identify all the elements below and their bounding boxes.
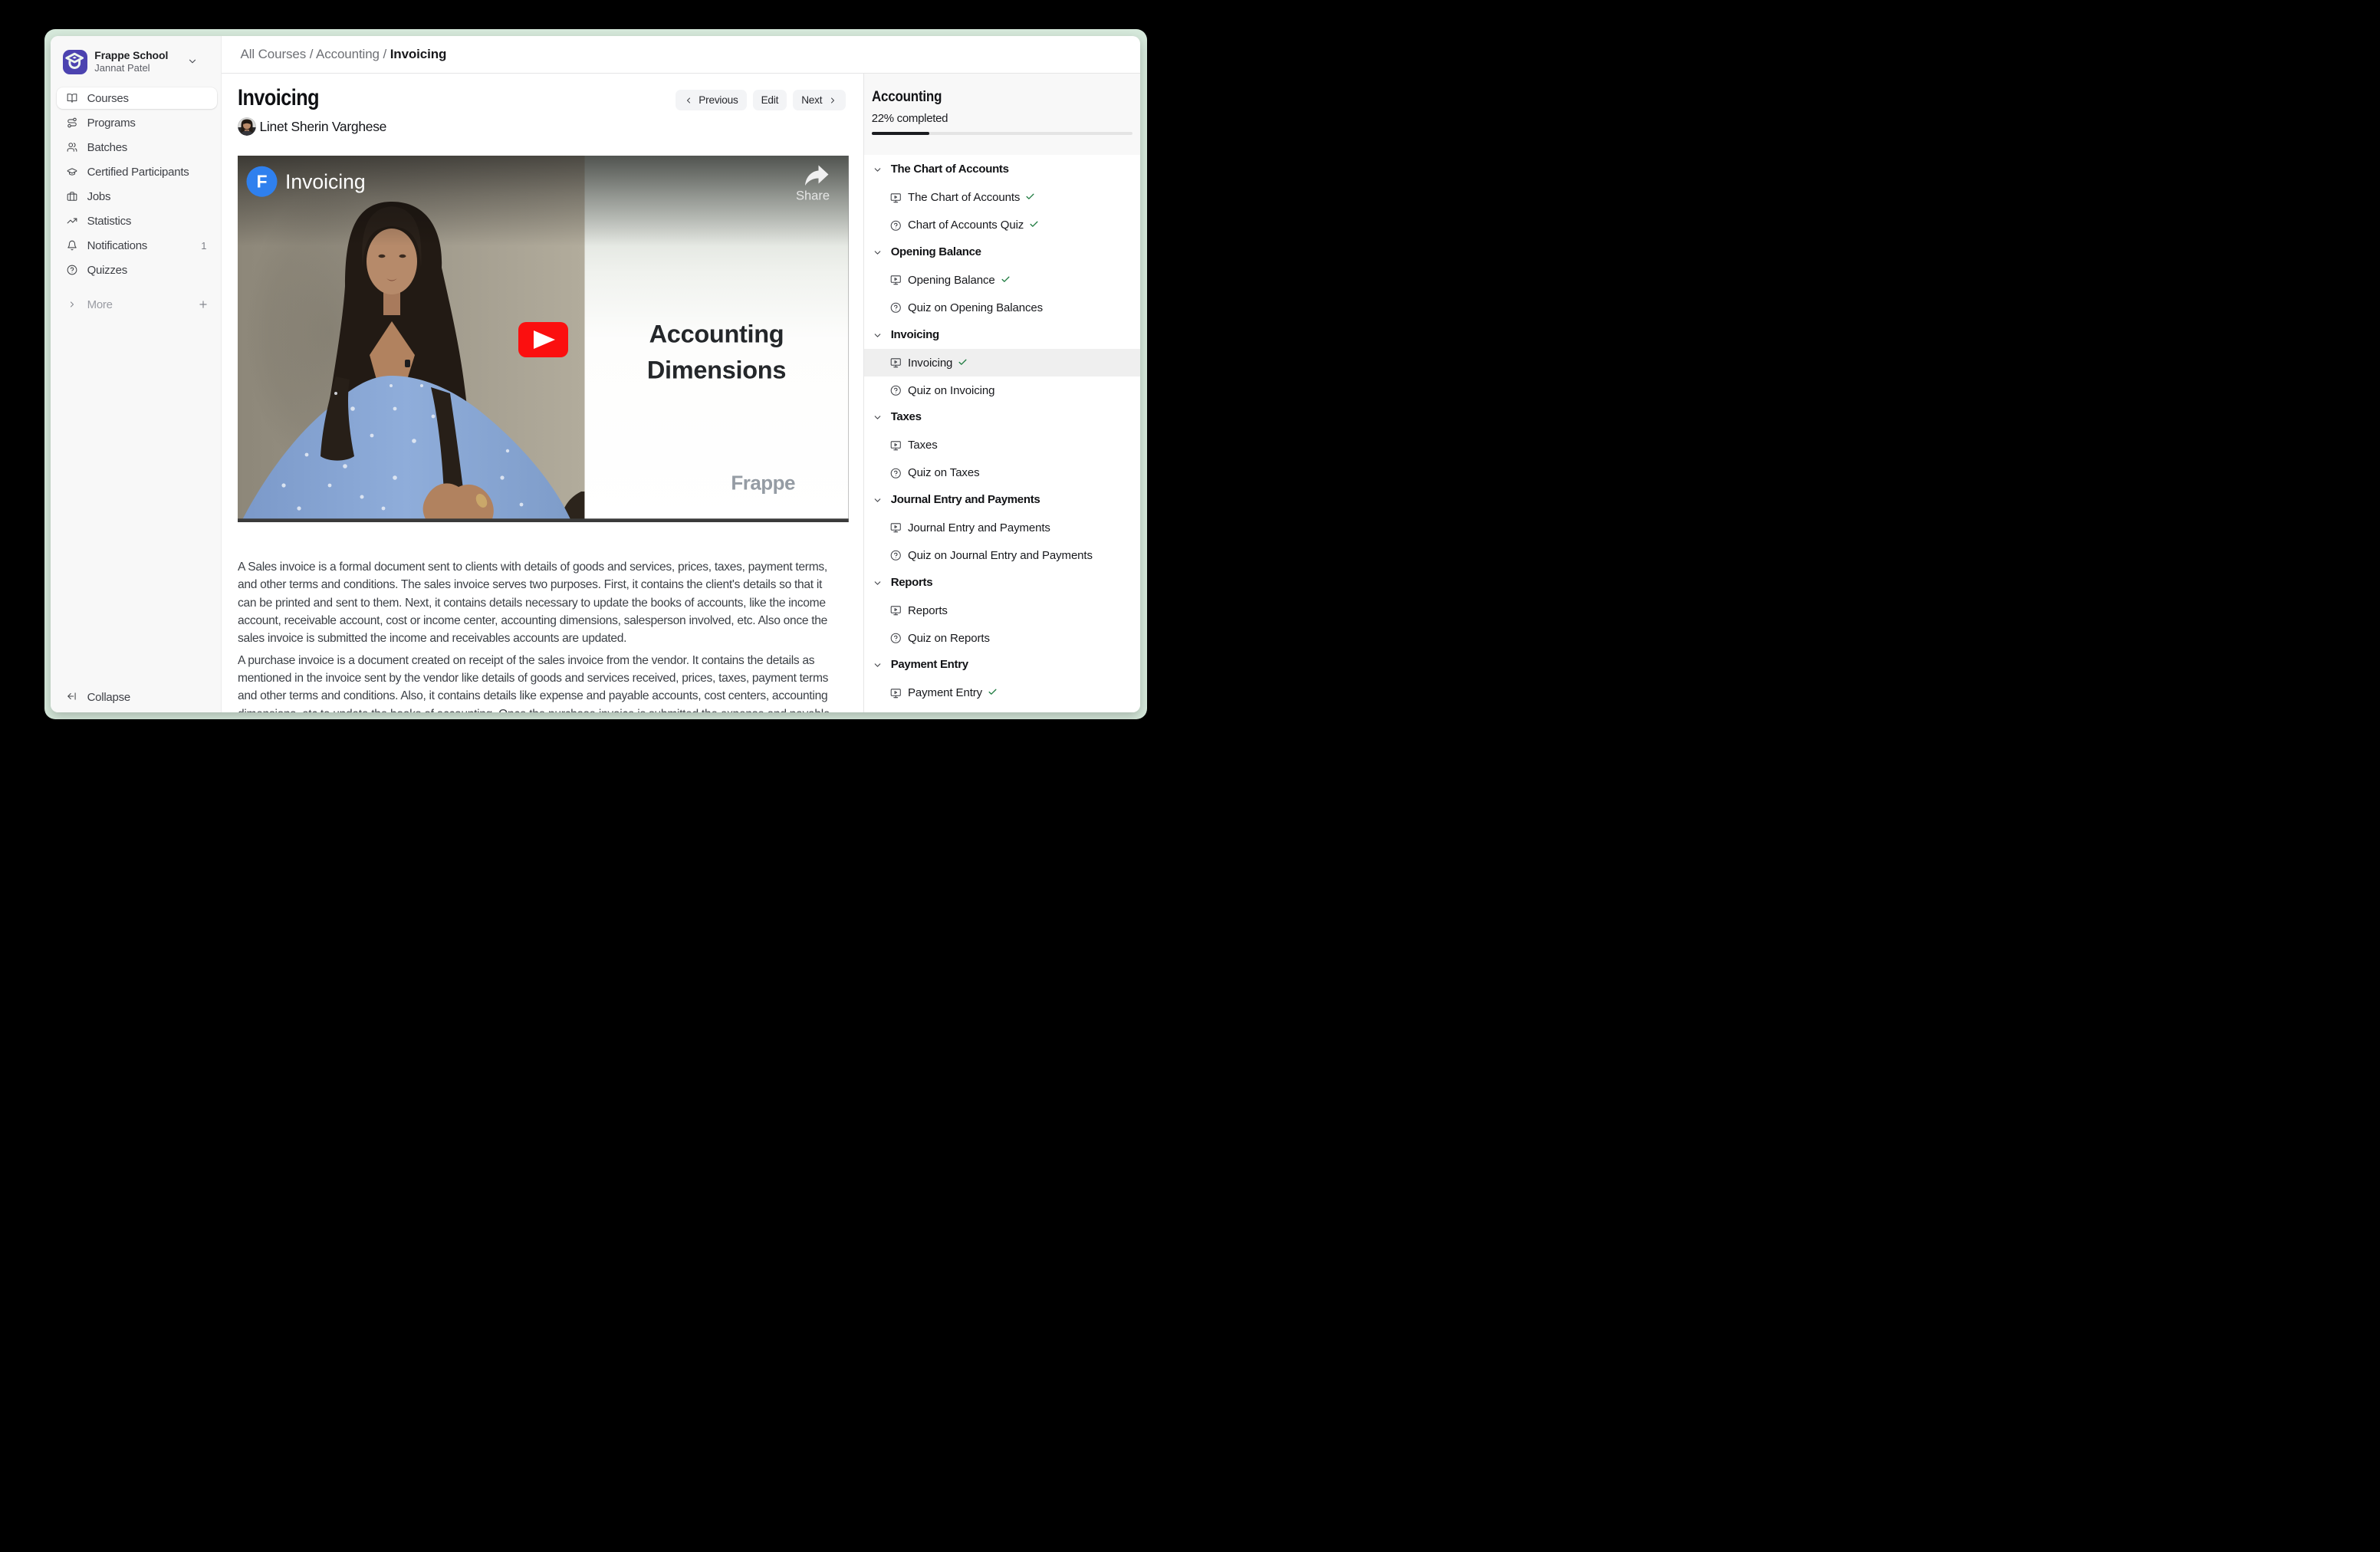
svg-text:Dimensions: Dimensions (647, 356, 786, 383)
svg-text:F: F (256, 171, 267, 191)
svg-text:Frappe: Frappe (731, 471, 795, 494)
svg-text:Invoicing: Invoicing (285, 170, 366, 193)
svg-text:Accounting: Accounting (649, 320, 784, 347)
svg-text:Share: Share (796, 189, 830, 202)
